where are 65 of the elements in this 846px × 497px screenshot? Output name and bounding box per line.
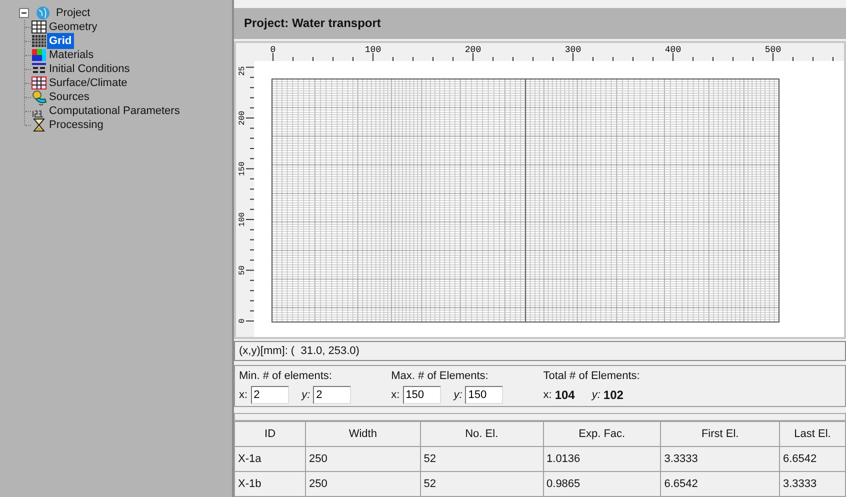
table-cell: X-1b (234, 472, 306, 496)
table-cell: 3.3333 (779, 472, 846, 496)
table-cell: 0.9865 (543, 472, 661, 496)
ruler-label: 100 (364, 44, 382, 55)
ruler-label: 50 (238, 265, 247, 275)
ruler-label: 0 (270, 44, 276, 55)
field-label: Max. # of Elements: (391, 368, 490, 384)
axis-label: y: (302, 388, 310, 403)
tree-item[interactable]: Project (54, 6, 92, 20)
axis-label: x: (239, 388, 248, 403)
table-cell: 3.3333 (660, 446, 780, 472)
table-cell: X-1a (234, 446, 306, 472)
hourglass-icon (31, 118, 47, 132)
field-label: Total # of Elements: (543, 368, 640, 384)
column-header[interactable]: ID (234, 422, 306, 446)
grid-icon (31, 76, 47, 90)
coordinates-text: (x,y)[mm]: ( 31.0, 253.0) (239, 344, 360, 357)
tree-item[interactable]: Materials (47, 46, 96, 64)
column-header[interactable]: Exp. Fac. (543, 422, 661, 446)
table-cell: 1.0136 (543, 446, 661, 472)
ruler-label: 200 (464, 44, 482, 55)
tree-item[interactable]: Grid (47, 32, 74, 50)
collapse-icon[interactable] (16, 5, 32, 21)
tree-item[interactable]: Initial Conditions (47, 60, 132, 78)
ruler-label: 300 (564, 44, 582, 55)
ruler-label: 200 (238, 110, 247, 125)
input-field[interactable]: 2 (313, 386, 352, 404)
table-cell: 6.6542 (660, 472, 780, 496)
input-field[interactable]: 150 (402, 386, 441, 404)
materials-icon (31, 48, 47, 62)
tree-item[interactable]: Processing (47, 116, 106, 134)
globe-icon (35, 6, 51, 20)
axis-label: y: (454, 388, 462, 403)
axis-label: y: (592, 388, 600, 403)
tree-item[interactable]: Geometry (47, 18, 100, 36)
ruler-label: 400 (664, 44, 682, 55)
total-value: 102 (603, 387, 624, 404)
ruler-label: 100 (238, 212, 247, 226)
table-cell: 52 (420, 472, 544, 496)
tree-item[interactable]: Surface/Climate (47, 74, 130, 92)
axis-label: x: (391, 388, 400, 403)
axis-label: x: (543, 388, 552, 403)
panel-title: Project: Water transport (234, 8, 846, 39)
table-cell: 6.6542 (779, 446, 846, 472)
table-cell: 52 (420, 446, 544, 472)
grid-icon (31, 34, 47, 48)
ruler-label: 0 (238, 318, 247, 324)
ruler-label: 150 (238, 161, 247, 176)
tree-item[interactable]: Sources (47, 88, 92, 106)
list-icon (31, 62, 47, 76)
table-cell: 250 (306, 446, 420, 472)
input-field[interactable]: 150 (465, 386, 504, 404)
column-header[interactable]: First El. (660, 422, 780, 446)
sources-icon (31, 90, 47, 104)
tree-item[interactable]: Computational Parameters (47, 102, 182, 120)
ruler-label: 500 (764, 44, 782, 55)
column-header[interactable]: Width (306, 422, 420, 446)
total-value: 104 (554, 387, 575, 404)
ruler-label: 25 (238, 66, 247, 76)
column-header[interactable]: No. El. (420, 422, 544, 446)
table-cell: 250 (306, 472, 420, 496)
input-field[interactable]: 2 (250, 386, 289, 404)
column-header[interactable]: Last El. (779, 422, 846, 446)
grid-icon (31, 20, 47, 34)
field-label: Min. # of elements: (239, 368, 333, 384)
